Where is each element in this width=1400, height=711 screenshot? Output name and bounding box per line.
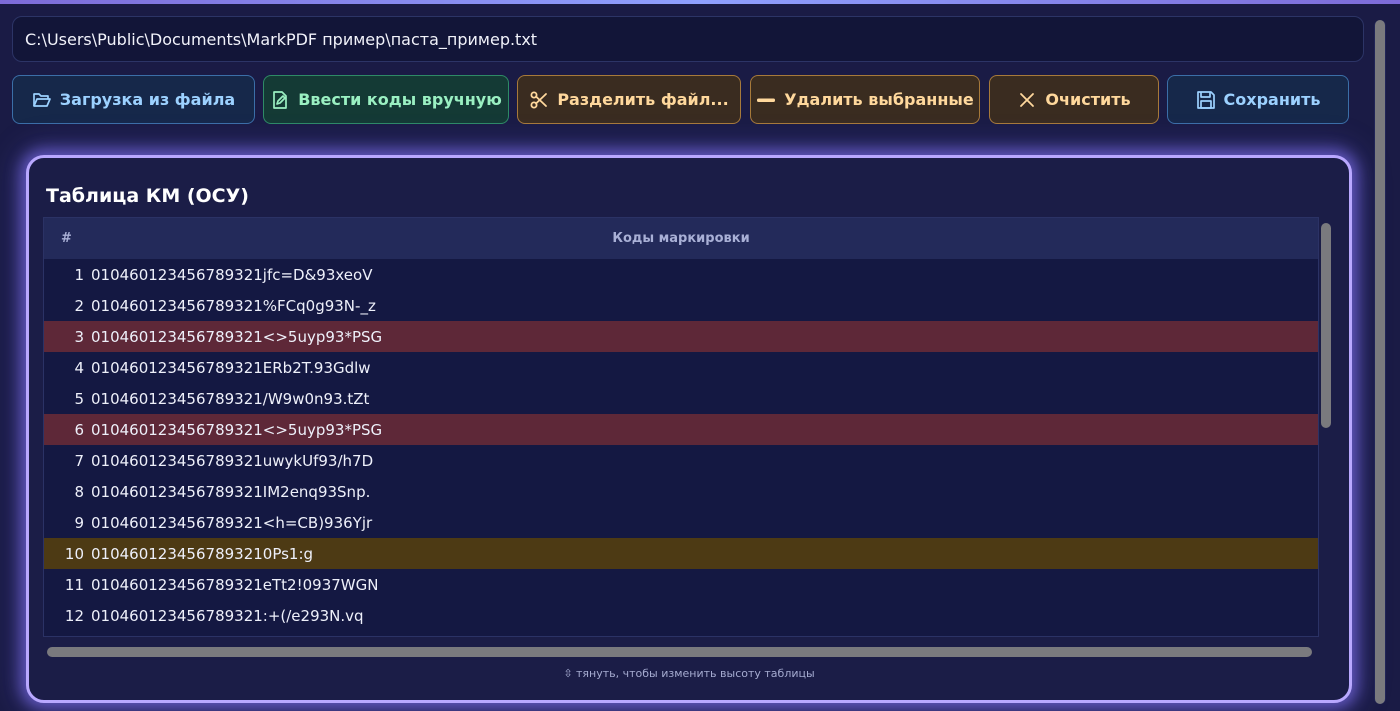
row-number: 8: [74, 482, 84, 501]
split-file-label: Разделить файл...: [557, 90, 729, 109]
marking-code: 010460123456789321<>5uyp93*PSG: [91, 420, 383, 439]
save-button[interactable]: Сохранить: [1167, 75, 1349, 124]
column-header-number[interactable]: #: [44, 231, 90, 246]
row-number: 10: [64, 544, 84, 563]
file-path-text: C:\Users\Public\Documents\MarkPDF пример…: [25, 29, 538, 49]
row-number: 4: [74, 358, 84, 377]
table-row[interactable]: 11 010460123456789321eTt2!0937WGN: [44, 569, 1318, 600]
folder-open-icon: [32, 90, 52, 110]
split-file-button[interactable]: Разделить файл...: [517, 75, 741, 124]
table-body: 1 010460123456789321jfc=D&93xeoV 2 01046012…: [44, 259, 1318, 631]
table-header: # Коды маркировки: [44, 218, 1318, 259]
row-number: 1: [74, 265, 84, 284]
resize-handle-hint[interactable]: ⇳ тянуть, чтобы изменить высоту таблицы: [29, 667, 1349, 680]
close-icon: [1017, 90, 1037, 110]
row-number: 3: [74, 327, 84, 346]
scissors-icon: [529, 90, 549, 110]
table-row[interactable]: 12 010460123456789321:+(/e293N.vq: [44, 600, 1318, 631]
table-row[interactable]: 5 010460123456789321/W9w0n93.tZt: [44, 383, 1318, 414]
save-label: Сохранить: [1223, 90, 1321, 109]
window-top-border: [0, 0, 1400, 4]
table-row[interactable]: 4 010460123456789321ERb2T.93Gdlw: [44, 352, 1318, 383]
table-vertical-scrollbar[interactable]: [1321, 223, 1331, 428]
table-row[interactable]: 2 010460123456789321%FCq0g93N-_z: [44, 290, 1318, 321]
table-row[interactable]: 9 010460123456789321<h=CB)936Yjr: [44, 507, 1318, 538]
table-row[interactable]: 8 010460123456789321IM2enq93Snp.: [44, 476, 1318, 507]
row-number: 6: [74, 420, 84, 439]
marking-code: 010460123456789321ERb2T.93Gdlw: [91, 358, 371, 377]
row-number: 12: [64, 606, 84, 625]
clear-button[interactable]: Очистить: [989, 75, 1159, 124]
delete-selected-label: Удалить выбранные: [784, 90, 974, 109]
row-number: 5: [74, 389, 84, 408]
load-from-file-button[interactable]: Загрузка из файла: [12, 75, 255, 124]
table-row[interactable]: 3 010460123456789321<>5uyp93*PSG: [44, 321, 1318, 352]
load-from-file-label: Загрузка из файла: [59, 90, 236, 109]
marking-code: 010460123456789321<>5uyp93*PSG: [91, 327, 383, 346]
panel-title: Таблица КМ (ОСУ): [46, 185, 249, 207]
table-row[interactable]: 7 010460123456789321uwykUf93/h7D: [44, 445, 1318, 476]
codes-table-panel: Таблица КМ (ОСУ) # Коды маркировки 1 0104…: [26, 155, 1352, 703]
floppy-disk-icon: [1196, 90, 1216, 110]
manual-entry-button[interactable]: Ввести коды вручную: [263, 75, 509, 124]
window-scrollbar-thumb[interactable]: [1375, 20, 1385, 704]
table-row[interactable]: 6 010460123456789321<>5uyp93*PSG: [44, 414, 1318, 445]
marking-code: 010460123456789321eTt2!0937WGN: [91, 575, 379, 594]
marking-code: 010460123456789321:+(/e293N.vq: [91, 606, 364, 625]
row-number: 2: [74, 296, 84, 315]
marking-code: 010460123456789321<h=CB)936Yjr: [91, 513, 373, 532]
file-path-field[interactable]: C:\Users\Public\Documents\MarkPDF пример…: [12, 16, 1364, 62]
edit-document-icon: [270, 90, 290, 110]
delete-selected-button[interactable]: Удалить выбранные: [750, 75, 980, 124]
row-number: 11: [64, 575, 84, 594]
table-horizontal-scrollbar[interactable]: [47, 647, 1312, 657]
table-row[interactable]: 10 0104601234567893210Ps1:g: [44, 538, 1318, 569]
row-number: 7: [74, 451, 84, 470]
column-header-codes[interactable]: Коды маркировки: [90, 231, 1318, 246]
marking-code: 010460123456789321IM2enq93Snp.: [91, 482, 371, 501]
marking-code: 010460123456789321%FCq0g93N-_z: [91, 296, 376, 315]
marking-code: 0104601234567893210Ps1:g: [91, 544, 314, 563]
table-row[interactable]: 1 010460123456789321jfc=D&93xeoV: [44, 259, 1318, 290]
marking-code: 010460123456789321jfc=D&93xeoV: [91, 265, 373, 284]
marking-code: 010460123456789321uwykUf93/h7D: [91, 451, 374, 470]
row-number: 9: [74, 513, 84, 532]
window-scrollbar[interactable]: [1374, 20, 1386, 704]
codes-table: # Коды маркировки 1 010460123456789321jfc…: [43, 217, 1319, 637]
minus-icon: [756, 90, 776, 110]
marking-code: 010460123456789321/W9w0n93.tZt: [91, 389, 370, 408]
clear-label: Очистить: [1045, 90, 1131, 109]
manual-entry-label: Ввести коды вручную: [298, 90, 502, 109]
